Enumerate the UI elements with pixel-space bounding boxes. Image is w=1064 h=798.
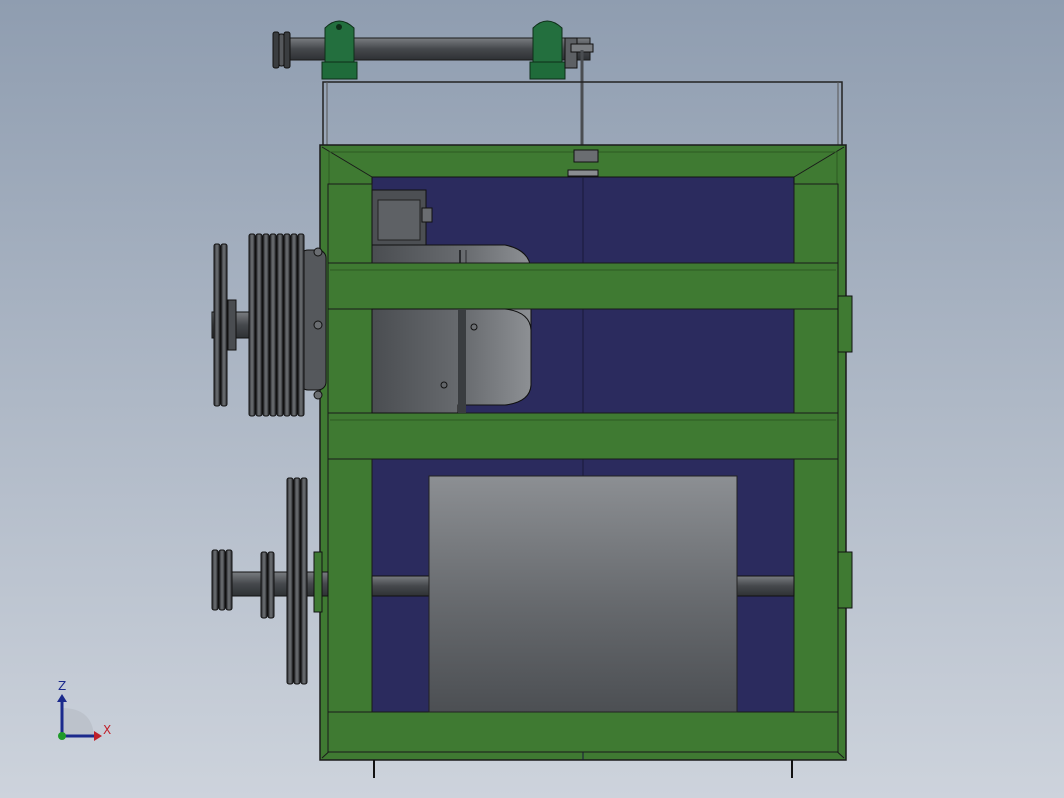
lower-small-pulley-right[interactable]	[260, 551, 275, 619]
top-left-bearing[interactable]	[321, 20, 358, 80]
cable-gland	[421, 207, 433, 223]
y-axis-origin	[58, 732, 66, 740]
pulley-sheave	[267, 551, 275, 619]
pulley-sheave	[293, 477, 301, 685]
bearing-base	[529, 61, 566, 80]
bearing-bolt	[336, 24, 342, 30]
top-pulley-groove-1	[272, 31, 280, 69]
bearing-base	[321, 61, 358, 80]
pulley-sheave	[269, 233, 277, 417]
motor-fins	[458, 309, 466, 413]
motor-body-visible	[371, 308, 532, 414]
lower-large-pulley[interactable]	[286, 477, 308, 685]
pulley-sheave	[255, 233, 263, 417]
drum-assembly[interactable]	[371, 475, 795, 713]
top-pulley-groove-3	[283, 31, 291, 69]
bearing-housing	[532, 20, 563, 63]
pulley-hub	[227, 299, 237, 351]
pulley-sheave	[283, 233, 291, 417]
pulley-sheave	[225, 549, 233, 611]
flange-bolt	[313, 320, 323, 330]
pulley-sheave	[290, 233, 298, 417]
pulley-sheave	[276, 233, 284, 417]
machine-assembly-view[interactable]	[0, 0, 1064, 798]
lower-bearing-bracket	[313, 551, 323, 613]
pulley-sheave	[262, 233, 270, 417]
pulley-sheave	[220, 243, 228, 407]
pulley-sheave	[218, 549, 226, 611]
pulley-sheave	[213, 243, 221, 407]
cad-viewport[interactable]: Z X	[0, 0, 1064, 798]
top-pulley-groove-2	[278, 33, 285, 67]
pulley-sheave	[211, 549, 219, 611]
right-bearing-bracket-lower[interactable]	[837, 551, 853, 609]
lower-small-pulley-left[interactable]	[211, 549, 233, 611]
pulley-sheave	[300, 477, 308, 685]
top-pivot-bracket[interactable]	[573, 149, 599, 163]
right-bearing-bracket-upper[interactable]	[837, 295, 853, 353]
top-left-pulley[interactable]	[272, 31, 291, 69]
pulley-sheave	[248, 233, 256, 417]
pulley-sheave	[286, 477, 294, 685]
top-shaft-collar	[564, 37, 578, 69]
terminal-box-cover	[377, 199, 421, 241]
upper-multi-groove-pulley[interactable]	[248, 233, 305, 417]
pulley-sheave	[297, 233, 305, 417]
x-axis-label: X	[103, 723, 112, 737]
crossbar-bottom	[327, 711, 839, 753]
z-axis-label: Z	[58, 679, 67, 693]
top-right-bearing[interactable]	[529, 20, 566, 80]
pulley-sheave	[260, 551, 268, 619]
flange-bolt	[313, 247, 323, 257]
drum[interactable]	[428, 475, 738, 713]
pivot-plate	[567, 169, 599, 177]
flange-bolt	[313, 390, 323, 400]
motor-lower-section[interactable]	[371, 308, 532, 414]
